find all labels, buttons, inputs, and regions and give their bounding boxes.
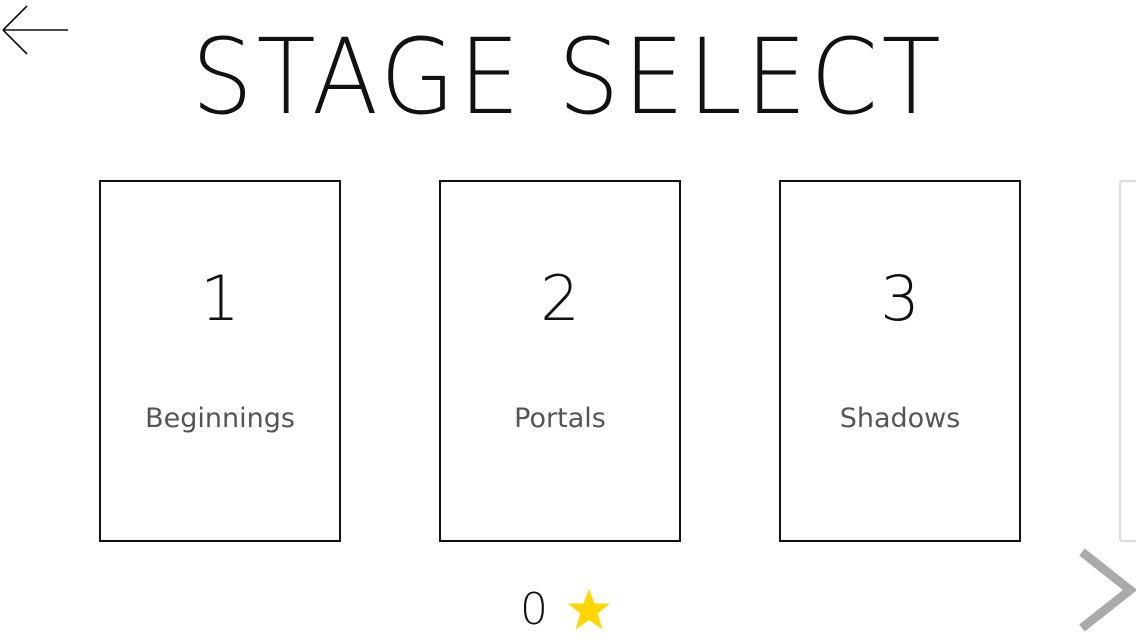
stage-number: 2 — [540, 262, 580, 335]
stage-number: 1 — [200, 262, 240, 335]
stars-total: 0 — [520, 580, 612, 640]
next-stage-card-peek[interactable] — [1119, 180, 1136, 542]
stage-number: 3 — [880, 262, 920, 335]
chevron-right-icon — [1079, 548, 1136, 632]
star-count: 0 — [520, 584, 548, 635]
star-icon — [567, 588, 611, 630]
next-page-button[interactable] — [1076, 548, 1136, 632]
stage-name: Shadows — [839, 403, 961, 434]
stage-name: Portals — [514, 403, 606, 434]
page-title: STAGE SELECT — [191, 16, 945, 138]
stage-name: Beginnings — [145, 403, 295, 434]
stage-card-3[interactable]: 3 Shadows — [779, 180, 1021, 542]
stage-card-1[interactable]: 1 Beginnings — [99, 180, 341, 542]
stage-card-2[interactable]: 2 Portals — [439, 180, 681, 542]
